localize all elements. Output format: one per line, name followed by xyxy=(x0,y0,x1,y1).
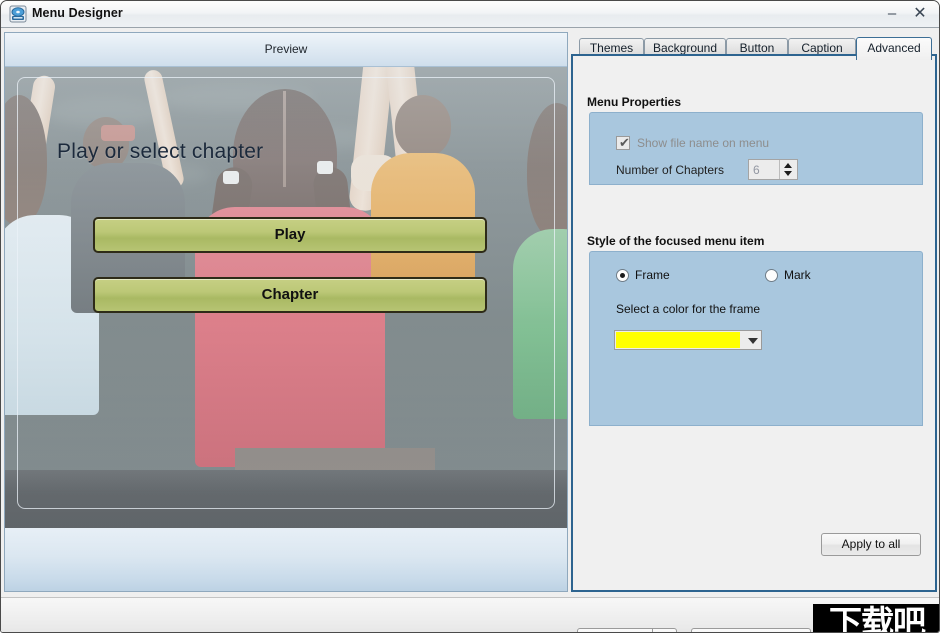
menu-properties-label: Menu Properties xyxy=(587,95,682,109)
tab-advanced[interactable]: Advanced xyxy=(856,37,932,60)
menu-item-chapter[interactable]: Chapter xyxy=(93,277,487,313)
preview-footer: ❮ Scene ❯ Main Title xyxy=(5,528,567,591)
focus-style-group: Frame Mark Select a color for the frame xyxy=(589,251,923,426)
menu-properties-group: ✔ Show file name on menu Number of Chapt… xyxy=(589,112,923,185)
title-bar: Menu Designer – ✕ xyxy=(1,1,939,28)
new-button[interactable]: New xyxy=(577,628,653,632)
radio-selected-dot xyxy=(620,273,625,278)
preview-panel: Preview Play or select chapter Play Chap… xyxy=(4,32,568,592)
frame-color-picker[interactable] xyxy=(614,330,762,350)
tab-panel-advanced: Menu Properties ✔ Show file name on menu… xyxy=(571,54,937,592)
frame-color-swatch xyxy=(616,332,740,348)
disc-icon xyxy=(9,5,27,23)
radio-mark[interactable] xyxy=(765,269,778,282)
show-filename-label: Show file name on menu xyxy=(637,136,770,150)
stepper-arrows[interactable] xyxy=(779,160,797,179)
preview-header: Preview xyxy=(5,33,567,67)
preview-stage[interactable]: Play or select chapter Play Chapter xyxy=(5,67,567,528)
minimize-button[interactable]: – xyxy=(880,3,904,24)
watermark-logo-text: 下载吧 xyxy=(829,604,926,633)
number-of-chapters-label: Number of Chapters xyxy=(616,163,725,177)
ok-button[interactable]: OK xyxy=(691,628,811,632)
properties-panel: Themes Background Button Caption Advance… xyxy=(571,32,937,592)
check-icon: ✔ xyxy=(619,135,630,150)
window-body: Preview Play or select chapter Play Chap… xyxy=(1,28,939,633)
radio-mark-label: Mark xyxy=(784,268,811,282)
preview-header-label: Preview xyxy=(264,42,308,56)
window-title: Menu Designer xyxy=(32,6,123,20)
focus-style-label: Style of the focused menu item xyxy=(587,234,765,248)
site-watermark: 下载吧 www.xiazaiba.com xyxy=(813,604,939,633)
close-button[interactable]: ✕ xyxy=(908,3,932,24)
radio-frame-label: Frame xyxy=(635,268,670,282)
apply-to-all-button[interactable]: Apply to all xyxy=(821,533,921,556)
photo-bench xyxy=(235,448,435,470)
stepper-up-icon[interactable] xyxy=(784,163,792,168)
number-of-chapters-value: 6 xyxy=(753,163,760,177)
menu-designer-window: Menu Designer – ✕ Preview Play or select… xyxy=(0,0,940,633)
radio-frame[interactable] xyxy=(616,269,629,282)
show-filename-checkbox[interactable]: ✔ xyxy=(616,135,630,150)
stepper-down-icon[interactable] xyxy=(784,171,792,176)
select-color-label: Select a color for the frame xyxy=(616,302,761,316)
menu-title-text: Play or select chapter xyxy=(57,140,264,163)
new-dropdown-button[interactable] xyxy=(653,628,677,632)
photo-desk xyxy=(5,470,567,528)
chevron-down-icon[interactable] xyxy=(748,338,758,344)
number-of-chapters-stepper[interactable]: 6 xyxy=(748,159,798,180)
menu-item-play[interactable]: Play xyxy=(93,217,487,253)
